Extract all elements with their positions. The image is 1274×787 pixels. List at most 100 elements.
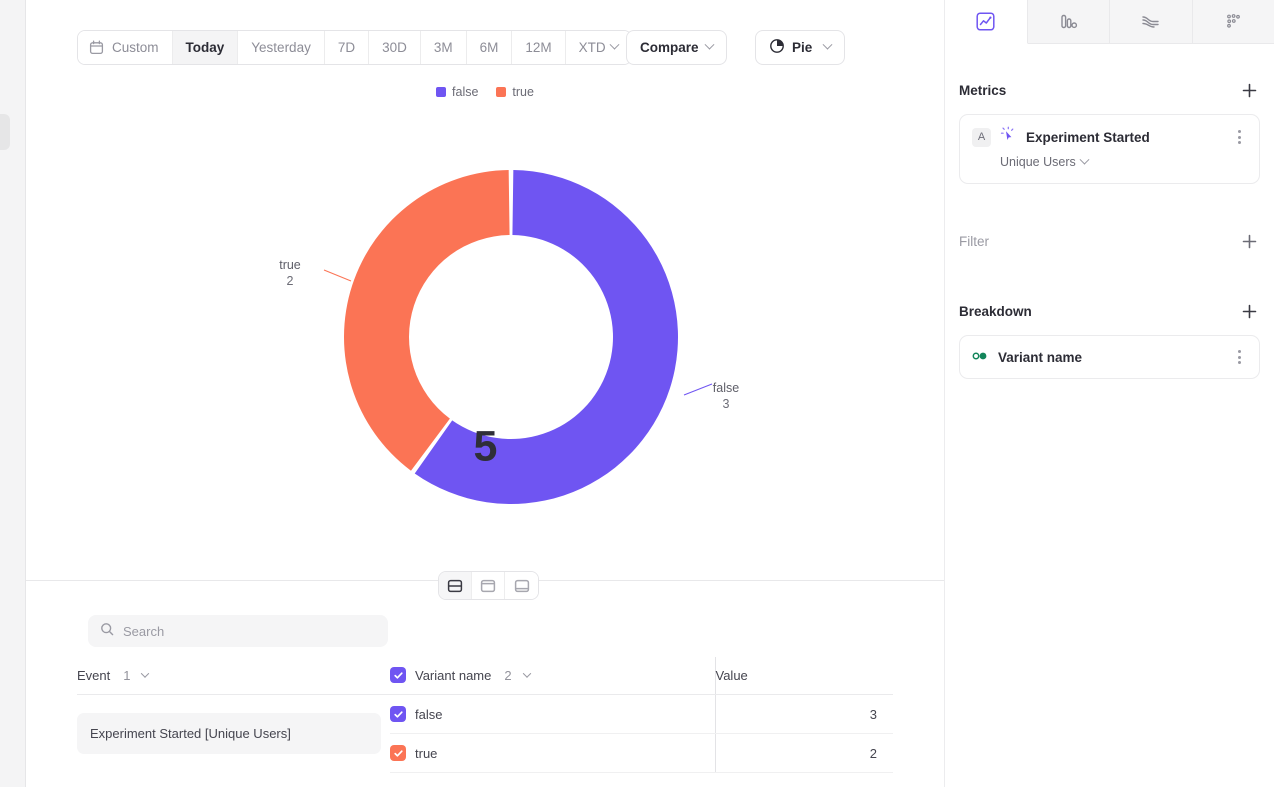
chart-type-label: Pie: [792, 40, 812, 55]
filter-title: Filter: [959, 234, 989, 249]
layout-toggle-chart-only[interactable]: [472, 572, 505, 599]
add-metric-button[interactable]: [1238, 79, 1260, 101]
variant-select-all-checkbox[interactable]: [390, 667, 406, 683]
add-filter-button[interactable]: [1238, 230, 1260, 252]
range-yesterday-button[interactable]: Yesterday: [238, 31, 325, 64]
column-header-event-label: Event: [77, 668, 110, 683]
breakdown-name: Variant name: [998, 350, 1222, 365]
sidebar-collapse-handle[interactable]: [0, 114, 10, 150]
pie-chart-icon: [769, 38, 785, 57]
column-header-variant-label: Variant name: [415, 668, 491, 683]
search-box[interactable]: [88, 615, 388, 647]
chart-toolbar: Custom Today Yesterday 7D 30D 3M 6M 12M XTD Comp…: [77, 30, 923, 65]
calendar-icon: [89, 40, 104, 55]
search-input[interactable]: [123, 624, 376, 639]
row-checkbox[interactable]: [390, 745, 406, 761]
range-label: 7D: [338, 40, 355, 55]
pie-chart: 5 true 2 false 3: [26, 110, 944, 570]
tab-line-chart[interactable]: [945, 0, 1028, 44]
range-label: 30D: [382, 40, 407, 55]
metric-measure-label: Unique Users: [1000, 155, 1076, 169]
breakdown-options-button[interactable]: [1231, 350, 1247, 364]
range-label: Custom: [112, 40, 159, 55]
legend-item-false[interactable]: false: [436, 85, 478, 99]
leader-line-true: [324, 270, 351, 281]
tab-bar-chart[interactable]: [1028, 0, 1111, 44]
range-xtd-button[interactable]: XTD: [566, 31, 631, 64]
range-label: Yesterday: [251, 40, 311, 55]
date-range-segmented-control[interactable]: Custom Today Yesterday 7D 30D 3M 6M 12M XTD: [77, 30, 632, 65]
range-today-button[interactable]: Today: [173, 31, 239, 64]
row-checkbox[interactable]: [390, 706, 406, 722]
results-table: Event 1 Variant name 2: [77, 657, 893, 773]
layout-toggle-split[interactable]: [439, 572, 472, 599]
slice-label-true-value: 2: [258, 274, 322, 290]
range-label: 6M: [480, 40, 499, 55]
variant-label: true: [415, 746, 437, 761]
variant-label: false: [415, 707, 442, 722]
range-6m-button[interactable]: 6M: [467, 31, 513, 64]
legend-swatch: [436, 87, 446, 97]
left-rail: [0, 0, 26, 787]
click-event-icon: [1000, 126, 1017, 148]
table-row[interactable]: Experiment Started [Unique Users]false3: [77, 695, 893, 734]
config-panel: Metrics A Experiment Started: [944, 0, 1274, 787]
slice-label-true-name: true: [258, 258, 322, 274]
range-label: 3M: [434, 40, 453, 55]
value-cell: 3: [715, 695, 893, 734]
chart-legend: false true: [26, 85, 944, 99]
compare-label: Compare: [640, 40, 699, 55]
tab-flow[interactable]: [1110, 0, 1193, 44]
column-header-event[interactable]: Event 1: [77, 657, 390, 695]
column-header-variant[interactable]: Variant name 2: [390, 657, 715, 695]
breakdown-title: Breakdown: [959, 304, 1032, 319]
range-7d-button[interactable]: 7D: [325, 31, 369, 64]
add-breakdown-button[interactable]: [1238, 300, 1260, 322]
column-header-event-count: 1: [123, 668, 130, 683]
value-cell: 2: [715, 734, 893, 773]
column-header-variant-count: 2: [504, 668, 511, 683]
donut-total-value: 5: [474, 423, 497, 472]
metrics-section-header: Metrics: [945, 77, 1274, 103]
slice-label-true: true 2: [258, 258, 322, 289]
event-name: Experiment Started [Unique Users]: [77, 713, 381, 754]
results-table-area: Event 1 Variant name 2: [26, 581, 944, 787]
chevron-down-icon: [609, 40, 619, 50]
range-custom-button[interactable]: Custom: [78, 31, 173, 64]
chevron-down-icon[interactable]: [141, 669, 149, 677]
range-label: XTD: [579, 40, 606, 55]
panel-tab-bar[interactable]: [945, 0, 1274, 44]
layout-toggle-group[interactable]: [438, 571, 539, 600]
metric-badge: A: [972, 128, 991, 147]
table-header-row: Event 1 Variant name 2: [77, 657, 893, 695]
property-icon: [972, 348, 989, 366]
column-header-value: Value: [715, 657, 893, 695]
metric-card[interactable]: A Experiment Started Unique Users: [959, 114, 1260, 184]
compare-button[interactable]: Compare: [626, 30, 727, 65]
breakdown-card[interactable]: Variant name: [959, 335, 1260, 379]
metric-options-button[interactable]: [1231, 130, 1247, 144]
range-3m-button[interactable]: 3M: [421, 31, 467, 64]
slice-label-false-value: 3: [694, 397, 758, 413]
range-12m-button[interactable]: 12M: [512, 31, 565, 64]
tab-dots-grid[interactable]: [1193, 0, 1274, 44]
chevron-down-icon[interactable]: [522, 669, 530, 677]
main-content: Custom Today Yesterday 7D 30D 3M 6M 12M XTD Comp…: [26, 0, 944, 787]
legend-item-true[interactable]: true: [496, 85, 534, 99]
metric-measure-dropdown[interactable]: Unique Users: [1000, 155, 1088, 169]
legend-label: false: [452, 85, 478, 99]
chevron-down-icon: [704, 40, 714, 50]
breakdown-section-header: Breakdown: [945, 298, 1274, 324]
layout-toggle-table-only[interactable]: [505, 572, 538, 599]
event-cell: Experiment Started [Unique Users]: [77, 695, 390, 773]
filter-section-header: Filter: [945, 228, 1274, 254]
slice-label-false: false 3: [694, 381, 758, 412]
legend-label: true: [512, 85, 534, 99]
range-30d-button[interactable]: 30D: [369, 31, 421, 64]
table-body: Experiment Started [Unique Users] false 3 t…: [77, 695, 893, 773]
metric-name: Experiment Started: [1026, 130, 1222, 145]
search-icon: [100, 622, 114, 641]
chart-type-button[interactable]: Pie: [755, 30, 845, 65]
range-label: 12M: [525, 40, 551, 55]
chevron-down-icon: [1079, 154, 1089, 164]
